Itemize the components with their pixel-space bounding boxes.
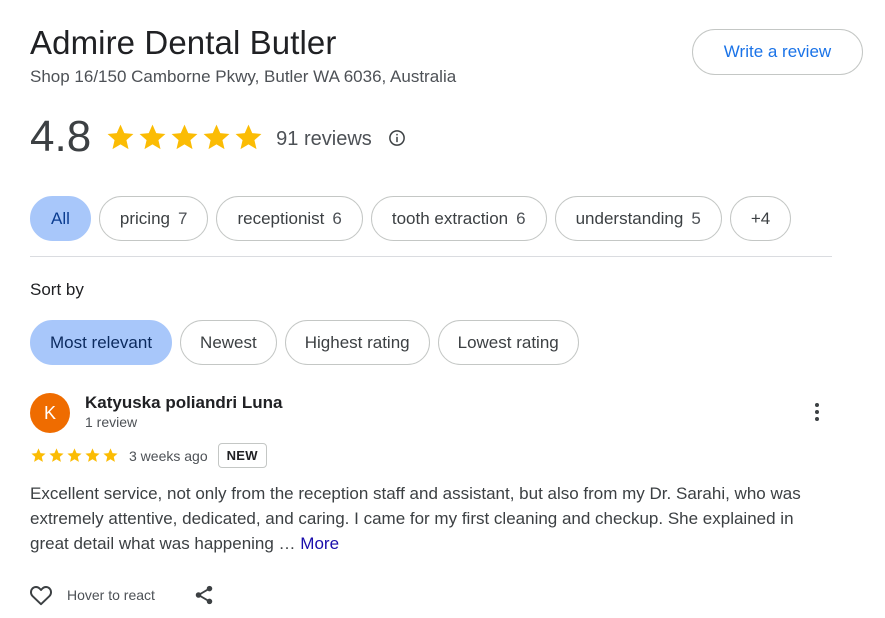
- avatar[interactable]: K: [30, 393, 70, 433]
- topic-label: understanding: [575, 208, 684, 228]
- review-body: Excellent service, not only from the rec…: [30, 484, 801, 553]
- topic-chip-tooth-extraction[interactable]: tooth extraction 6: [370, 196, 547, 241]
- star-icon: [203, 124, 230, 149]
- topic-count: 5: [691, 208, 701, 228]
- star-icon: [139, 124, 166, 149]
- review-stars: [30, 447, 119, 464]
- react-row: Hover to react: [28, 582, 215, 608]
- star-icon: [171, 124, 198, 149]
- topic-label: +4: [750, 208, 771, 228]
- sort-most-relevant[interactable]: Most relevant: [30, 320, 173, 365]
- rating-value: 4.8: [30, 112, 92, 161]
- heart-icon[interactable]: [28, 582, 54, 608]
- topic-label: All: [51, 208, 70, 228]
- topic-count: 7: [178, 208, 188, 228]
- sort-label: Sort by: [30, 280, 84, 299]
- star-icon: [107, 124, 134, 149]
- topic-label: tooth extraction: [391, 208, 509, 228]
- business-name: Admire Dental Butler: [30, 24, 337, 61]
- review-date: 3 weeks ago: [129, 447, 208, 464]
- review-text: Excellent service, not only from the rec…: [30, 481, 830, 556]
- react-label: Hover to react: [67, 587, 155, 603]
- info-icon[interactable]: [388, 129, 406, 147]
- star-icon: [49, 448, 64, 462]
- sort-newest[interactable]: Newest: [180, 320, 277, 365]
- share-icon[interactable]: [193, 584, 215, 606]
- star-icon: [103, 448, 118, 462]
- topic-count: 6: [332, 208, 342, 228]
- write-review-button[interactable]: Write a review: [692, 29, 863, 75]
- business-address: Shop 16/150 Camborne Pkwy, Butler WA 603…: [30, 67, 457, 86]
- topic-label: receptionist: [237, 208, 325, 228]
- review-rating-row: 3 weeks ago NEW: [30, 443, 267, 468]
- star-icon: [31, 448, 46, 462]
- divider: [30, 256, 832, 257]
- topic-chip-understanding[interactable]: understanding 5: [554, 196, 722, 241]
- topic-count: 6: [516, 208, 526, 228]
- more-options-icon[interactable]: [806, 399, 828, 425]
- topic-chip-receptionist[interactable]: receptionist 6: [216, 196, 363, 241]
- topic-chip-pricing[interactable]: pricing 7: [98, 196, 209, 241]
- star-icon: [85, 448, 100, 462]
- star-icon: [67, 448, 82, 462]
- topic-chip-more[interactable]: +4: [729, 196, 792, 241]
- reviewer-name[interactable]: Katyuska poliandri Luna: [85, 393, 282, 413]
- star-icon: [235, 124, 262, 149]
- reviewer-meta: 1 review: [85, 414, 138, 430]
- sort-options: Most relevant Newest Highest rating Lowe…: [30, 320, 579, 365]
- new-badge: NEW: [217, 443, 267, 468]
- sort-lowest-rating[interactable]: Lowest rating: [437, 320, 579, 365]
- sort-highest-rating[interactable]: Highest rating: [284, 320, 430, 365]
- topic-label: pricing: [119, 208, 170, 228]
- topic-chips: All pricing 7 receptionist 6 tooth extract…: [30, 196, 792, 241]
- rating-summary: 4.8 91 reviews: [30, 112, 406, 162]
- review-count[interactable]: 91 reviews: [276, 128, 372, 151]
- more-link[interactable]: More: [300, 534, 339, 553]
- topic-chip-all[interactable]: All: [30, 196, 91, 241]
- rating-stars: [105, 122, 264, 153]
